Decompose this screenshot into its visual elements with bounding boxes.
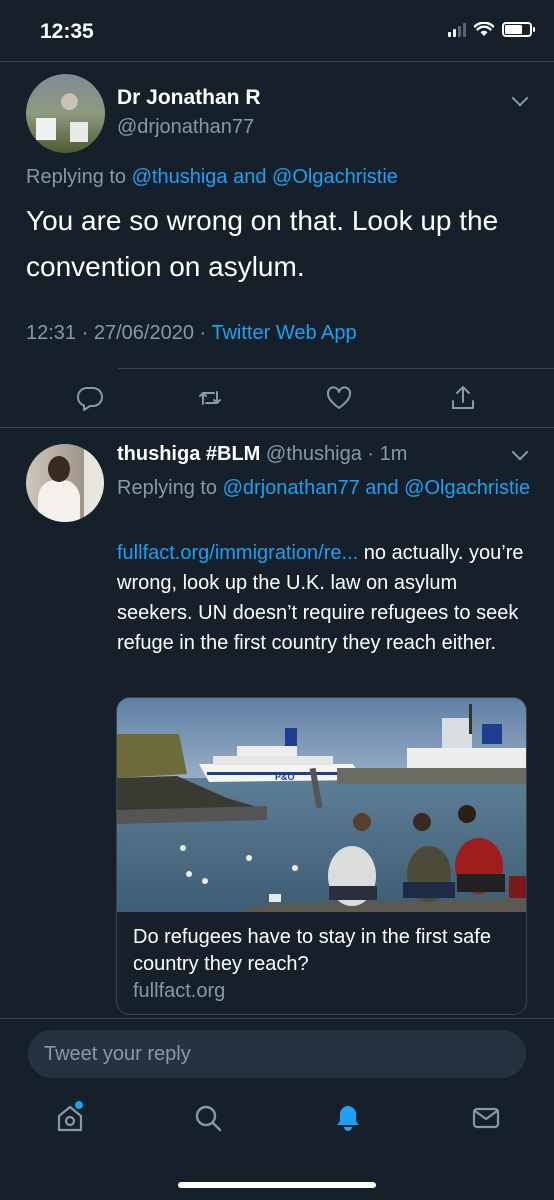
replying-to-link[interactable]: @drjonathan77 and @Olgachristie: [223, 477, 530, 499]
notifications-icon[interactable]: [332, 1102, 364, 1134]
replying-to-link[interactable]: @thushiga and @Olgachristie: [132, 166, 398, 188]
avatar[interactable]: [26, 74, 105, 153]
replying-prefix: Replying to: [26, 166, 132, 188]
like-icon[interactable]: [325, 384, 353, 412]
reply-icon[interactable]: [76, 384, 104, 412]
tweet-text: You are so wrong on that. Look up the co…: [26, 205, 499, 282]
avatar[interactable]: [26, 444, 104, 522]
main-tweet[interactable]: Dr Jonathan R @drjonathan77 Replying to …: [0, 62, 554, 427]
author-handle[interactable]: @drjonathan77: [117, 116, 254, 139]
meta-divider: [118, 368, 554, 369]
tweet-time: 12:31: [26, 322, 77, 344]
home-indicator[interactable]: [178, 1182, 376, 1188]
reply-tweet[interactable]: thushiga #BLM @thushiga · 1m Replying to…: [0, 428, 554, 1018]
author-name[interactable]: thushiga #BLM: [117, 443, 260, 465]
tweet-link[interactable]: fullfact.org/immigration/re...: [117, 542, 358, 564]
author-name[interactable]: Dr Jonathan R: [117, 86, 261, 110]
wifi-icon: [474, 22, 494, 36]
reply-header: thushiga #BLM @thushiga · 1m: [117, 443, 408, 465]
search-icon[interactable]: [192, 1102, 224, 1134]
link-card-domain: fullfact.org: [133, 980, 226, 1002]
ship-label: P&O: [275, 772, 295, 782]
retweet-icon[interactable]: [196, 384, 224, 412]
tweet-date: 27/06/2020: [93, 322, 194, 344]
tweet-meta: 12:31 · 27/06/2020 · Twitter Web App: [26, 322, 357, 344]
replying-to: Replying to @thushiga and @Olgachristie: [26, 166, 398, 189]
link-card[interactable]: P&O Do refugees have to stay in the firs…: [116, 697, 527, 1015]
link-card-title: Do refugees have to stay in the first sa…: [133, 926, 491, 975]
status-bar: 12:35: [0, 0, 554, 62]
reply-compose-input[interactable]: Tweet your reply: [28, 1030, 526, 1078]
status-time: 12:35: [40, 20, 94, 43]
author-handle[interactable]: @thushiga: [266, 443, 362, 465]
home-notification-dot: [75, 1101, 83, 1109]
battery-icon: [502, 22, 535, 37]
status-icons: [448, 22, 535, 37]
ferry-harbour-photo: P&O: [117, 698, 526, 912]
tweet-source[interactable]: Twitter Web App: [211, 322, 356, 344]
cellular-signal-icon: [448, 22, 466, 37]
link-card-text: Do refugees have to stay in the first sa…: [133, 924, 513, 1005]
chevron-down-icon[interactable]: [511, 443, 529, 461]
messages-icon[interactable]: [470, 1102, 502, 1134]
compose-divider: [0, 1018, 554, 1019]
replying-prefix: Replying to: [117, 477, 223, 499]
tweet-actions: [0, 374, 554, 426]
compose-placeholder: Tweet your reply: [44, 1043, 191, 1065]
replying-to: Replying to @drjonathan77 and @Olgachris…: [117, 473, 537, 504]
chevron-down-icon[interactable]: [511, 89, 529, 107]
share-icon[interactable]: [449, 384, 477, 412]
card-image-art: P&O: [117, 698, 526, 912]
tweet-text: fullfact.org/immigration/re... no actual…: [117, 538, 532, 658]
tweet-time-ago: 1m: [379, 443, 408, 465]
